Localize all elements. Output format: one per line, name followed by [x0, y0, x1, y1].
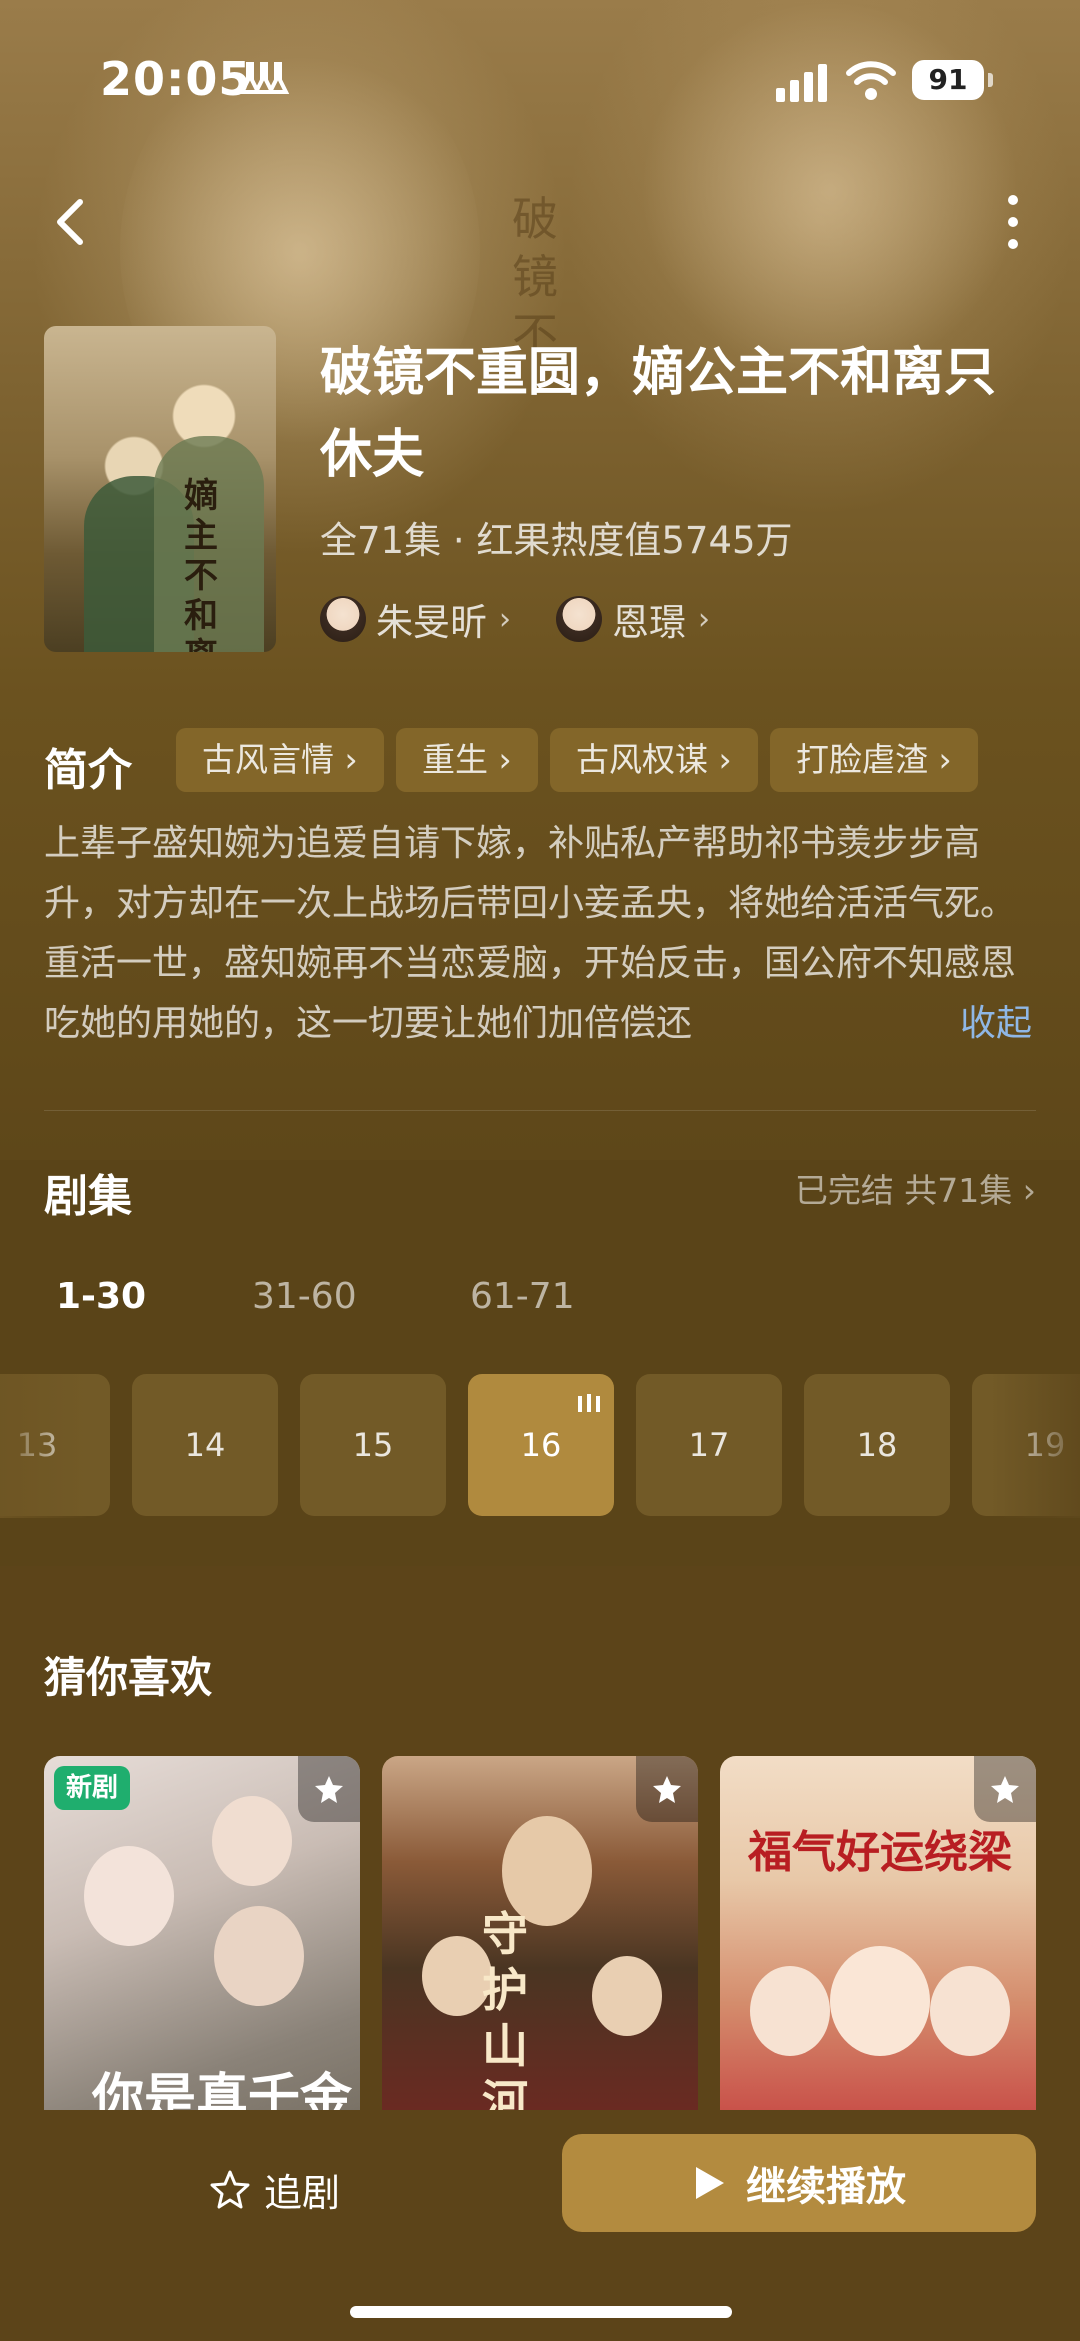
chevron-right-icon: ›	[499, 601, 511, 637]
battery-tip	[988, 73, 993, 87]
home-indicator	[350, 2306, 732, 2318]
episodes-heading: 剧集	[44, 1171, 132, 1222]
star-outline-icon	[210, 2170, 250, 2209]
cast-item[interactable]: 朱旻昕 ›	[320, 594, 511, 644]
more-options-icon[interactable]	[998, 190, 1028, 254]
tab-range-31-60[interactable]: 31-60	[252, 1276, 357, 1317]
follow-button[interactable]: 追剧	[210, 2154, 340, 2224]
star-icon	[315, 1776, 343, 1803]
episode-status-text: 已完结 共71集	[794, 1171, 1013, 1210]
tag-label: 古风言情	[202, 740, 334, 779]
intro-heading: 简介	[44, 745, 132, 796]
tag-chip[interactable]: 重生 ›	[396, 728, 538, 792]
card-title: 你是真千金	[92, 2068, 353, 2110]
tab-range-61-71[interactable]: 61-71	[470, 1276, 575, 1317]
playing-icon	[578, 1394, 600, 1412]
favorite-badge[interactable]	[298, 1756, 360, 1822]
continue-play-button[interactable]: 继续播放	[562, 2134, 1036, 2232]
episode-status-link[interactable]: 已完结 共71集 ›	[795, 1164, 1036, 1212]
strip-fade	[990, 1374, 1080, 1518]
star-icon	[653, 1776, 681, 1803]
star-icon	[991, 1776, 1019, 1803]
section-divider	[44, 1110, 1036, 1111]
card-title: 守护山河终难	[482, 1907, 528, 2110]
battery-indicator: 91	[912, 60, 984, 100]
tag-chip[interactable]: 古风言情 ›	[176, 728, 384, 792]
episode-cell[interactable]: 18	[804, 1374, 950, 1516]
status-bar: 20:05 91	[0, 0, 1080, 150]
tag-chip[interactable]: 古风权谋 ›	[550, 728, 758, 792]
cast-item[interactable]: 恩璟 ›	[556, 594, 710, 644]
tag-chip[interactable]: 打脸虐渣 ›	[770, 728, 978, 792]
chevron-right-icon: ›	[1022, 1171, 1036, 1210]
tag-label: 打脸虐渣	[796, 740, 928, 779]
tag-label: 重生	[422, 740, 488, 779]
chevron-right-icon: ›	[698, 601, 710, 637]
tag-label: 古风权谋	[576, 740, 708, 779]
back-icon[interactable]	[46, 192, 96, 252]
cast-name: 恩璟	[612, 601, 686, 644]
favorite-badge[interactable]	[974, 1756, 1036, 1822]
strip-fade	[0, 1374, 90, 1518]
drama-title: 破镜不重圆，嫡公主不和离只休夫	[320, 343, 997, 485]
collapse-link[interactable]: 收起	[960, 994, 1032, 1054]
avatar	[320, 596, 366, 642]
status-time: 20:05	[100, 52, 252, 106]
tab-range-1-30[interactable]: 1-30	[56, 1276, 146, 1317]
poster-title: 嫡主不和离	[184, 476, 218, 652]
new-badge: 新剧	[54, 1766, 131, 1810]
favorite-badge[interactable]	[636, 1756, 698, 1822]
recommend-heading: 猜你喜欢	[44, 1653, 213, 1702]
cast-name: 朱旻昕	[376, 601, 487, 644]
avatar	[556, 596, 602, 642]
episode-strip[interactable]: 13 14 15 16 17 18 19	[0, 1374, 1080, 1518]
recommend-card[interactable]: 福气好运绕梁	[720, 1756, 1036, 2110]
continue-label: 继续播放	[746, 2164, 906, 2210]
drama-poster: 嫡主不和离	[44, 326, 276, 652]
signal-icon	[776, 64, 827, 102]
synopsis-text: 上辈子盛知婉为追爱自请下嫁，补贴私产帮助祁书羡步步高升，对方却在一次上战场后带回…	[44, 823, 1017, 1044]
play-icon	[696, 2167, 724, 2199]
recommend-card[interactable]: 新剧 你是真千金	[44, 1756, 360, 2110]
recommend-card[interactable]: 守护山河终难	[382, 1756, 698, 2110]
card-title: 福气好运绕梁	[748, 1827, 1012, 1878]
follow-label: 追剧	[264, 2170, 341, 2215]
episode-cell[interactable]: 15	[300, 1374, 446, 1516]
drama-meta: 全71集 · 红果热度值5745万	[320, 519, 793, 562]
episode-number: 16	[520, 1426, 562, 1464]
wifi-icon	[846, 61, 896, 100]
episode-cell-current[interactable]: 16	[468, 1374, 614, 1516]
episode-cell[interactable]: 14	[132, 1374, 278, 1516]
app-notification-icon	[240, 62, 290, 94]
episode-cell[interactable]: 17	[636, 1374, 782, 1516]
